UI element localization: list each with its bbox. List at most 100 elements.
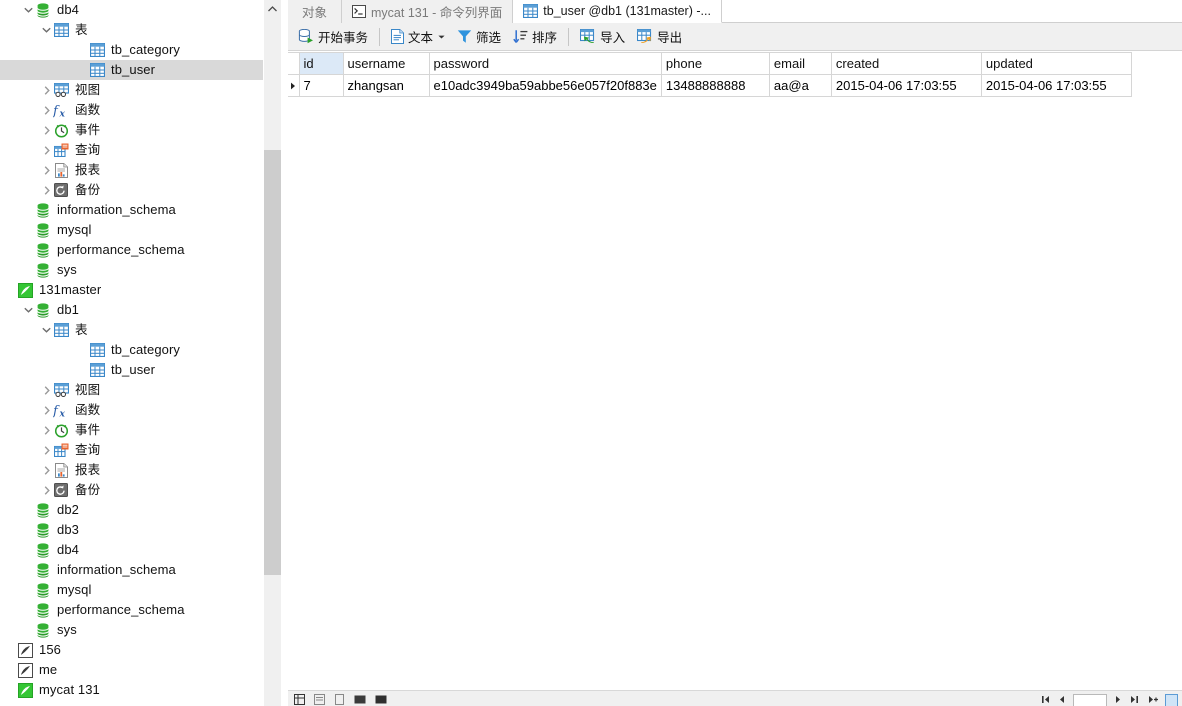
tree-item--[interactable]: f x 函数 [0, 100, 263, 120]
tree-item--[interactable]: 报表 [0, 460, 263, 480]
chevron-right-icon[interactable] [40, 140, 53, 160]
column-header-created[interactable]: created [831, 52, 982, 75]
tree-item-db4[interactable]: db4 [0, 540, 263, 560]
toolbar-button-export[interactable]: 导出 [631, 25, 688, 49]
tree-item--[interactable]: 查询 [0, 140, 263, 160]
tree-item-db2[interactable]: db2 [0, 500, 263, 520]
tree-item--[interactable]: 表 [0, 20, 263, 40]
tree-item--[interactable]: 报表 [0, 160, 263, 180]
first-record-icon[interactable] [1040, 695, 1051, 706]
tab-console[interactable]: mycat 131 - 命令列界面 [342, 0, 514, 23]
cell-id[interactable]: 7 [299, 74, 344, 97]
toolbar-button-text[interactable]: 文本 [385, 25, 451, 49]
toolbar-button-begin-transaction[interactable]: 开始事务 [292, 25, 374, 49]
sidebar-vertical-scrollbar[interactable] [264, 0, 281, 706]
tree-item--[interactable]: 查询 [0, 440, 263, 460]
chevron-up-icon[interactable] [264, 0, 281, 17]
prev-record-icon[interactable] [1058, 695, 1066, 706]
tree-item-db1[interactable]: db1 [0, 300, 263, 320]
chevron-right-icon[interactable] [40, 400, 53, 420]
chevron-right-icon[interactable] [40, 480, 53, 500]
tree-item--[interactable]: 视图 [0, 80, 263, 100]
chevron-right-icon[interactable] [40, 460, 53, 480]
chevron-down-icon[interactable] [40, 320, 53, 340]
column-header-password[interactable]: password [429, 52, 662, 75]
cell-email[interactable]: aa@a [769, 74, 832, 97]
chevron-down-icon[interactable] [22, 300, 35, 320]
cell-phone[interactable]: 13488888888 [661, 74, 770, 97]
tree-item-tb_category[interactable]: tb_category [0, 340, 263, 360]
chevron-right-icon[interactable] [40, 440, 53, 460]
chevron-right-icon[interactable] [40, 80, 53, 100]
grid-mode-icon[interactable] [1165, 694, 1178, 706]
tab-bar[interactable]: 对象 mycat 131 - 命令列界面 tb_user @db1 (131mast… [288, 0, 1182, 23]
sidebar-scroll-thumb[interactable] [264, 150, 281, 575]
chevron-right-icon[interactable] [40, 180, 53, 200]
tree-item-tb_user[interactable]: tb_user [0, 60, 263, 80]
record-number-input[interactable] [1073, 694, 1107, 706]
chevron-down-icon[interactable] [40, 20, 53, 40]
column-header-email[interactable]: email [769, 52, 832, 75]
tree-item--[interactable]: 备份 [0, 480, 263, 500]
tree-item-information_schema[interactable]: information_schema [0, 200, 263, 220]
chevron-right-icon[interactable] [40, 160, 53, 180]
tree-item--[interactable]: 备份 [0, 180, 263, 200]
object-tree-sidebar[interactable]: db4 表 tb_category tb_user 视图 f x 函数 事件 查询 报表 备份 info… [0, 0, 263, 706]
tree-item-information_schema[interactable]: information_schema [0, 560, 263, 580]
tree-item-tb_category[interactable]: tb_category [0, 40, 263, 60]
chevron-down-icon[interactable] [438, 33, 445, 41]
tree-item-me[interactable]: me [0, 660, 263, 680]
data-grid-container[interactable]: id username password phone email created updat… [288, 52, 1182, 690]
tree-item--[interactable]: 事件 [0, 120, 263, 140]
chevron-right-icon[interactable] [40, 380, 53, 400]
tab-tb-user-db1[interactable]: tb_user @db1 (131master) -... [513, 0, 722, 23]
chevron-down-icon[interactable] [22, 0, 35, 20]
image-icon[interactable] [375, 694, 387, 706]
status-bar-view-modes[interactable] [288, 694, 387, 706]
grid-toolbar[interactable]: 开始事务 文本 筛选 排序 导入 导出 [288, 23, 1182, 51]
tree-item--[interactable]: f x 函数 [0, 400, 263, 420]
tree-item-sys[interactable]: sys [0, 260, 263, 280]
last-record-icon[interactable] [1129, 695, 1140, 706]
tree-item-156[interactable]: 156 [0, 640, 263, 660]
column-header-phone[interactable]: phone [661, 52, 770, 75]
tree-item--[interactable]: 事件 [0, 420, 263, 440]
table-row[interactable]: 7 zhangsan e10adc3949ba59abbe56e057f20f883… [288, 74, 1132, 97]
sidebar-splitter[interactable] [281, 0, 288, 706]
tree-item-performance_schema[interactable]: performance_schema [0, 600, 263, 620]
chevron-right-icon[interactable] [40, 120, 53, 140]
tree-item-sys[interactable]: sys [0, 620, 263, 640]
tree-item--[interactable]: 表 [0, 320, 263, 340]
column-header-updated[interactable]: updated [981, 52, 1132, 75]
chevron-right-icon[interactable] [40, 100, 53, 120]
cell-created[interactable]: 2015-04-06 17:03:55 [831, 74, 982, 97]
note-icon[interactable] [334, 694, 345, 706]
chevron-right-icon[interactable] [40, 420, 53, 440]
tree-item-mysql[interactable]: mysql [0, 580, 263, 600]
tree-item-db4[interactable]: db4 [0, 0, 263, 20]
data-grid-body[interactable]: 7 zhangsan e10adc3949ba59abbe56e057f20f883… [288, 74, 1132, 97]
column-header-username[interactable]: username [343, 52, 430, 75]
status-bar-record-nav[interactable] [1040, 694, 1182, 706]
tree-item-db3[interactable]: db3 [0, 520, 263, 540]
tree-item-performance_schema[interactable]: performance_schema [0, 240, 263, 260]
current-row-arrow-icon[interactable] [288, 74, 300, 97]
hex-icon[interactable] [354, 694, 366, 706]
tab-objects[interactable]: 对象 [288, 0, 343, 23]
data-grid[interactable]: id username password phone email created updat… [288, 52, 1132, 97]
tree-item-mysql[interactable]: mysql [0, 220, 263, 240]
column-header-id[interactable]: id [299, 52, 344, 75]
tree-item--[interactable]: 视图 [0, 380, 263, 400]
cell-updated[interactable]: 2015-04-06 17:03:55 [981, 74, 1132, 97]
add-record-icon[interactable] [1147, 695, 1158, 706]
cell-password[interactable]: e10adc3949ba59abbe56e057f20f883e [429, 74, 662, 97]
form-view-icon[interactable] [314, 694, 325, 706]
next-record-icon[interactable] [1114, 695, 1122, 706]
cell-username[interactable]: zhangsan [343, 74, 430, 97]
tree-item-mycat-131[interactable]: mycat 131 [0, 680, 263, 700]
tree-item-tb_user[interactable]: tb_user [0, 360, 263, 380]
toolbar-button-filter[interactable]: 筛选 [451, 25, 507, 49]
tree-item-131master[interactable]: 131master [0, 280, 263, 300]
grid-view-icon[interactable] [294, 694, 305, 706]
toolbar-button-sort[interactable]: 排序 [507, 25, 563, 49]
